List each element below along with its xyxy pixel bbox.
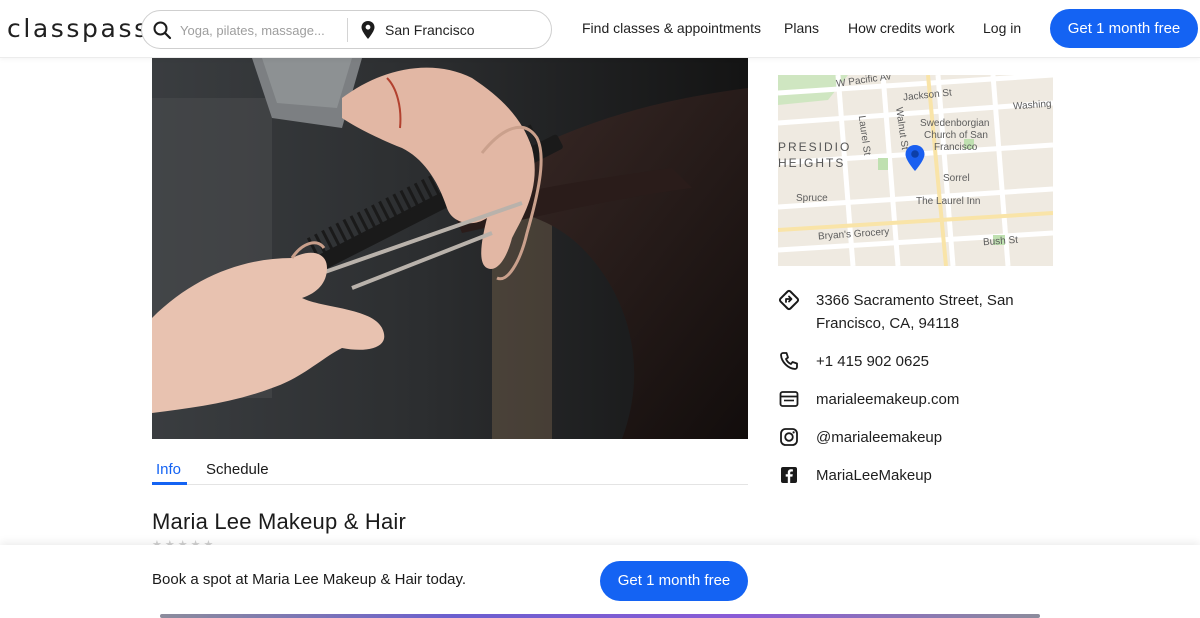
address-line-1: 3366 Sacramento Street, San	[816, 292, 1014, 309]
instagram-link[interactable]: @marialeemakeup	[816, 426, 942, 449]
bottom-accent-strip	[160, 614, 1040, 618]
studio-tabs: Info Schedule	[152, 455, 748, 485]
top-header: classpass San Francisco Find classes & a…	[0, 0, 1200, 58]
phone-number[interactable]: +1 415 902 0625	[816, 350, 929, 373]
location-map[interactable]: W Pacific Av Jackson St Washing Laurel S…	[778, 75, 1053, 266]
phone-icon	[780, 352, 798, 370]
facebook-icon	[781, 467, 797, 483]
search-divider	[347, 18, 348, 42]
address-row: 3366 Sacramento Street, San Francisco, C…	[778, 289, 1058, 335]
get-free-month-button[interactable]: Get 1 month free	[1050, 9, 1198, 48]
search-icon[interactable]	[152, 20, 172, 40]
map-label: HEIGHTS	[778, 156, 846, 170]
map-label: Church of San	[924, 130, 988, 141]
map-label: Spruce	[796, 193, 828, 204]
tab-schedule[interactable]: Schedule	[206, 461, 269, 478]
bottom-get-free-month-button[interactable]: Get 1 month free	[600, 561, 748, 601]
studio-title: Maria Lee Makeup & Hair	[152, 509, 407, 534]
active-tab-indicator	[152, 482, 187, 485]
browser-icon	[779, 391, 799, 407]
nav-find-classes[interactable]: Find classes & appointments	[582, 20, 761, 36]
map-label: The Laurel Inn	[916, 196, 981, 207]
booking-prompt: Book a spot at Maria Lee Makeup & Hair t…	[152, 571, 467, 588]
studio-hero-photo	[152, 58, 748, 439]
facebook-row: MariaLeeMakeup	[778, 464, 1058, 487]
phone-row: +1 415 902 0625	[778, 350, 1058, 373]
directions-icon	[778, 289, 800, 311]
instagram-icon	[780, 428, 798, 446]
map-label: Sorrel	[943, 173, 970, 184]
website-link[interactable]: marialeemakeup.com	[816, 388, 959, 411]
map-pin-icon[interactable]	[904, 144, 926, 172]
location-field[interactable]: San Francisco	[385, 22, 474, 38]
nav-log-in[interactable]: Log in	[983, 20, 1021, 36]
address-line-2: Francisco, CA, 94118	[816, 315, 960, 332]
location-pin-icon	[361, 21, 375, 39]
tab-info[interactable]: Info	[156, 461, 181, 478]
website-row: marialeemakeup.com	[778, 388, 1058, 411]
instagram-row: @marialeemakeup	[778, 426, 1058, 449]
facebook-link[interactable]: MariaLeeMakeup	[816, 464, 932, 487]
classpass-logo[interactable]: classpass	[7, 14, 150, 43]
nav-plans[interactable]: Plans	[784, 20, 819, 36]
booking-bottom-bar: Book a spot at Maria Lee Makeup & Hair t…	[0, 545, 1200, 618]
map-label: PRESIDIO	[778, 140, 852, 154]
nav-how-credits-work[interactable]: How credits work	[848, 20, 955, 36]
search-input[interactable]	[180, 19, 340, 41]
search-bar: San Francisco	[141, 10, 552, 49]
map-label: Francisco	[934, 142, 978, 153]
map-label: Swedenborgian	[920, 118, 990, 129]
